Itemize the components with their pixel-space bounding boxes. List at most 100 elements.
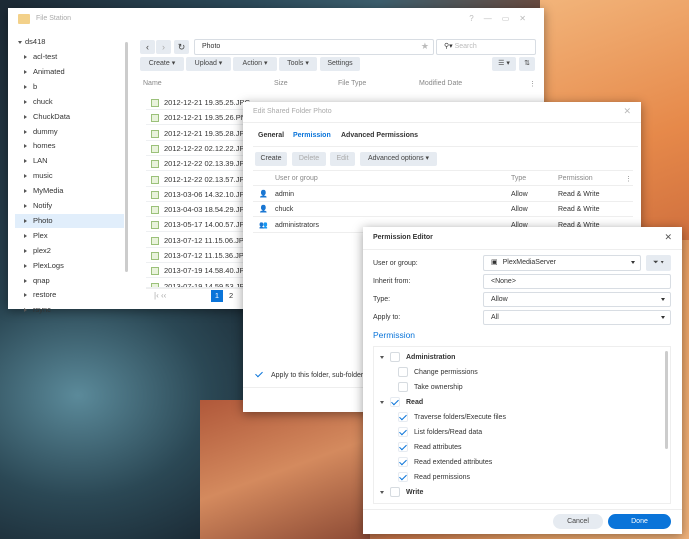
checkbox[interactable] — [398, 457, 408, 468]
sidebar-item-homes[interactable]: homes — [24, 141, 56, 150]
checkbox[interactable] — [398, 442, 408, 453]
expand-arrow-icon[interactable] — [24, 308, 27, 313]
tree-root[interactable]: ds418 — [18, 37, 45, 46]
delete-button[interactable]: Delete — [292, 152, 326, 166]
permission-item[interactable]: Read extended attributes — [398, 456, 492, 470]
sidebar-item-b[interactable]: b — [24, 82, 37, 91]
action-menu-button[interactable]: Action ▾ — [233, 57, 277, 71]
minimize-button[interactable]: — — [484, 14, 502, 23]
window-controls[interactable]: ?—▭✕ — [469, 14, 536, 23]
expand-arrow-icon[interactable] — [24, 69, 27, 74]
sidebar-item-chuck[interactable]: chuck — [24, 97, 53, 106]
advanced-options-button[interactable]: Advanced options ▾ — [360, 152, 437, 166]
apply-to-select[interactable]: All — [483, 310, 671, 325]
expand-arrow-icon[interactable] — [24, 84, 27, 89]
maximize-button[interactable]: ▭ — [502, 14, 520, 23]
sidebar-item-notify[interactable]: Notify — [24, 201, 52, 210]
sidebar-scrollbar[interactable] — [125, 42, 128, 272]
checkbox[interactable] — [398, 367, 408, 378]
checkbox[interactable] — [398, 472, 408, 483]
expand-arrow-icon[interactable] — [24, 144, 27, 149]
sidebar-item-qnap[interactable]: qnap — [24, 276, 50, 285]
expand-arrow-icon[interactable] — [24, 233, 27, 238]
expand-arrow-icon[interactable] — [24, 55, 27, 60]
tree-scrollbar[interactable] — [665, 351, 668, 449]
permission-row[interactable]: 👤 chuck Allow Read & Write — [253, 202, 633, 218]
column-options-icon[interactable]: ⋮ — [529, 80, 536, 88]
forward-button[interactable]: › — [156, 40, 171, 54]
refresh-button[interactable]: ↻ — [174, 40, 189, 54]
cancel-button[interactable]: Cancel — [553, 514, 603, 529]
permission-row[interactable]: 👤 admin Allow Read & Write — [253, 187, 633, 202]
favorite-star-icon[interactable]: ★ — [421, 40, 429, 53]
back-button[interactable]: ‹ — [140, 40, 155, 54]
expand-arrow-icon[interactable] — [24, 99, 27, 104]
user-or-group-select[interactable]: ▣ PlexMediaServer — [483, 255, 641, 271]
view-mode-button[interactable]: ☰ ▾ — [492, 57, 516, 71]
collapse-arrow-icon[interactable] — [380, 490, 384, 494]
sort-button[interactable]: ⇅ — [519, 57, 535, 71]
expand-arrow-icon[interactable] — [24, 159, 27, 164]
checkbox[interactable] — [398, 412, 408, 423]
checkbox[interactable] — [390, 397, 400, 408]
permission-group-administration[interactable]: Administration — [380, 351, 455, 365]
sidebar-item-dummy[interactable]: dummy — [24, 127, 58, 136]
permission-item[interactable]: Read permissions — [398, 471, 470, 485]
checkbox[interactable] — [398, 382, 408, 393]
checkbox[interactable] — [398, 427, 408, 438]
expand-arrow-icon[interactable] — [24, 278, 27, 283]
expand-arrow-icon[interactable] — [24, 293, 27, 298]
close-icon[interactable]: ✕ — [623, 106, 631, 117]
type-select[interactable]: Allow — [483, 292, 671, 307]
column-options-icon[interactable]: ⋮ — [625, 175, 632, 183]
tab-general[interactable]: General — [258, 132, 284, 139]
sidebar-item-rsync[interactable]: rsync — [24, 305, 51, 314]
done-button[interactable]: Done — [608, 514, 671, 529]
filter-button[interactable]: ⏷ ▾ — [646, 255, 671, 271]
expand-arrow-icon[interactable] — [24, 129, 27, 134]
tab-advanced-permissions[interactable]: Advanced Permissions — [341, 132, 418, 139]
create-menu-button[interactable]: Create ▾ — [140, 57, 184, 71]
column-file-type[interactable]: File Type — [338, 80, 366, 87]
tab-permission[interactable]: Permission — [293, 132, 331, 139]
sidebar-item-acl-test[interactable]: acl-test — [24, 52, 57, 61]
permission-group-write[interactable]: Write — [380, 486, 423, 500]
sidebar-item-music[interactable]: music — [24, 171, 53, 180]
expand-arrow-icon[interactable] — [24, 114, 27, 119]
expand-arrow-icon[interactable] — [24, 189, 27, 194]
page-2-button[interactable]: 2 — [229, 291, 233, 300]
permission-item[interactable]: Change permissions — [398, 366, 478, 380]
settings-button[interactable]: Settings — [320, 57, 360, 71]
expand-arrow-icon[interactable] — [24, 218, 27, 223]
edit-button[interactable]: Edit — [330, 152, 355, 166]
first-page-button[interactable]: |‹ ‹‹ — [154, 291, 166, 300]
column-permission[interactable]: Permission — [558, 175, 593, 182]
sidebar-item-animated[interactable]: Animated — [24, 67, 65, 76]
sidebar-item-mymedia[interactable]: MyMedia — [24, 186, 63, 195]
sidebar-item-plex[interactable]: Plex — [24, 231, 48, 240]
help-button[interactable]: ? — [469, 14, 483, 23]
permission-item[interactable]: Traverse folders/Execute files — [398, 411, 506, 425]
expand-arrow-icon[interactable] — [24, 248, 27, 253]
expand-arrow-icon[interactable] — [24, 263, 27, 268]
search-icon[interactable]: ⚲▾ — [444, 43, 455, 50]
sidebar-item-plex2[interactable]: plex2 — [24, 246, 51, 255]
permission-item[interactable]: Take ownership — [398, 381, 463, 395]
expand-arrow-icon[interactable] — [24, 204, 27, 209]
sidebar-item-plexlogs[interactable]: PlexLogs — [24, 261, 64, 270]
sidebar-item-lan[interactable]: LAN — [24, 156, 48, 165]
page-1-button[interactable]: 1 — [211, 290, 223, 302]
create-button[interactable]: Create — [255, 152, 287, 166]
close-button[interactable]: ✕ — [519, 14, 536, 23]
expand-arrow-icon[interactable] — [24, 174, 27, 179]
collapse-arrow-icon[interactable] — [380, 400, 384, 404]
checkbox[interactable] — [390, 487, 400, 498]
column-modified-date[interactable]: Modified Date — [419, 80, 462, 87]
permission-group-read[interactable]: Read — [380, 396, 423, 410]
upload-menu-button[interactable]: Upload ▾ — [186, 57, 231, 71]
column-user-or-group[interactable]: User or group — [275, 175, 318, 182]
column-size[interactable]: Size — [274, 80, 288, 87]
collapse-arrow-icon[interactable] — [380, 355, 384, 359]
column-name[interactable]: Name — [143, 80, 162, 87]
search-input[interactable]: ⚲▾ Search — [436, 39, 536, 55]
